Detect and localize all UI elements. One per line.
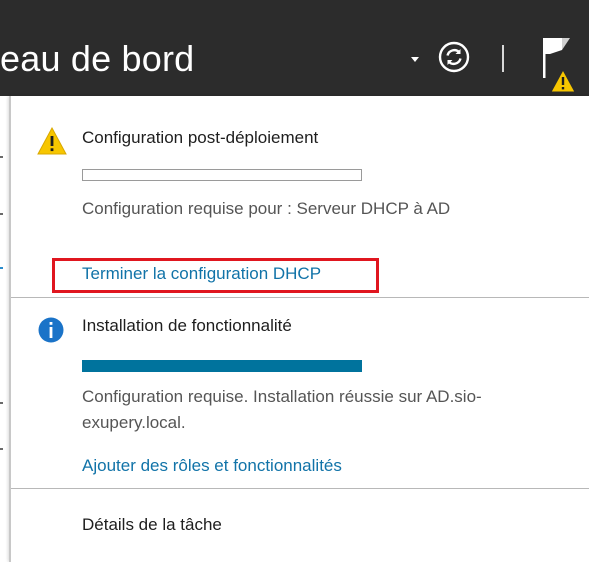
dashboard-title-bar: eau de bord (0, 0, 589, 96)
page-title: eau de bord (0, 38, 195, 79)
task-details-link[interactable]: Détails de la tâche (82, 515, 222, 535)
refresh-icon[interactable] (437, 40, 471, 74)
highlight-annotation (52, 258, 379, 293)
progress-bar-fill (83, 361, 361, 371)
background-mark (0, 213, 3, 215)
progress-bar (82, 360, 362, 372)
chevron-down-icon[interactable] (411, 57, 419, 62)
progress-bar (82, 169, 362, 181)
notification-description: Configuration requise pour : Serveur DHC… (82, 199, 451, 218)
warning-icon (37, 126, 67, 155)
notifications-flag-icon[interactable] (538, 32, 583, 96)
background-mark (0, 156, 3, 158)
background-mark (0, 402, 3, 404)
background-mark (0, 448, 3, 450)
notification-title: Configuration post-déploiement (82, 128, 319, 147)
background-mark (0, 267, 3, 269)
divider (11, 488, 589, 489)
notifications-panel: Configuration post-déploiement Configura… (9, 96, 589, 562)
toolbar-separator (502, 45, 504, 72)
divider (11, 297, 589, 298)
notification-description: Configuration requise. Installation réus… (82, 387, 482, 432)
background-window-edge (0, 96, 8, 562)
add-roles-features-link[interactable]: Ajouter des rôles et fonctionnalités (82, 456, 342, 476)
notification-title: Installation de fonctionnalité (82, 316, 292, 335)
info-icon (38, 317, 64, 343)
